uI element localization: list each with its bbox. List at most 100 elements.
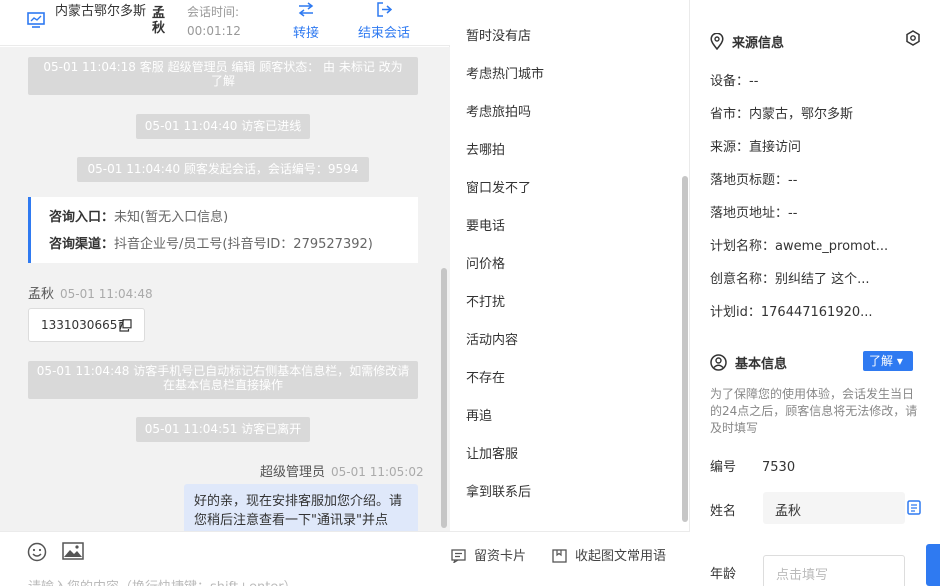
quick-reply-item[interactable]: 考虑旅拍吗: [466, 101, 531, 120]
agent-message-header: 超级管理员 05-01 11:05:02: [260, 461, 424, 480]
name-label: 姓名: [710, 504, 737, 519]
quick-reply-item[interactable]: 考虑热门城市: [466, 63, 544, 82]
quick-reply-item[interactable]: 让加客服: [466, 443, 518, 462]
name-input[interactable]: 孟秋: [763, 492, 905, 524]
origin-field: 来源：直接访问: [710, 136, 801, 155]
plan-id-field: 计划id：176447161920...: [710, 301, 873, 320]
plan-name-field: 计划名称：aweme_promot...: [710, 235, 888, 254]
collapse-phrases-button[interactable]: 收起图文常用语: [552, 545, 666, 564]
message-time: 05-01 11:05:02: [331, 465, 424, 479]
chat-scrollbar[interactable]: [441, 268, 447, 528]
consult-channel-value: 抖音企业号/员工号(抖音号ID：279527392): [114, 237, 373, 252]
agent-message-bubble: 好的亲，现在安排客服加您介绍。请您稍后注意查看一下"通讯录"并点: [184, 484, 418, 531]
visitor-message-header: 孟秋 05-01 11:04:48: [28, 283, 153, 302]
origin-label: 来源：: [710, 140, 750, 155]
basic-info-title: 基本信息: [710, 353, 787, 372]
emoji-icon[interactable]: [27, 542, 47, 562]
quick-reply-item[interactable]: 窗口发不了: [466, 177, 531, 196]
quick-reply-item[interactable]: 暂时没有店: [466, 25, 531, 44]
landing-title-label: 落地页标题：: [710, 173, 789, 188]
plan-id-value: 176447161920...: [760, 305, 873, 320]
system-message: 05-01 11:04:48 访客手机号已自动标记右侧基本信息栏，如需修改请在基…: [28, 361, 418, 399]
province-label: 省市：: [710, 107, 750, 122]
basic-info-label: 基本信息: [735, 357, 788, 372]
session-time-label: 会话时间:: [187, 5, 240, 19]
source-info-label: 来源信息: [732, 36, 785, 51]
transfer-label: 转接: [293, 26, 320, 41]
quick-reply-scrollbar[interactable]: [682, 176, 688, 522]
transfer-button[interactable]: 转接: [293, 2, 319, 41]
landing-title-value: --: [788, 173, 798, 188]
chat-panel: 内蒙古鄂尔多斯 孟秋 会话时间: 00:01:12 转接 结束会话 05-01 …: [0, 0, 450, 586]
device-label: 设备：: [710, 74, 750, 89]
landing-title-field: 落地页标题：--: [710, 169, 797, 188]
input-toolbar: 留资卡片 收起图文常用语 请输入您的内容（换行快捷键：shift+enter）: [0, 531, 690, 586]
system-message: 05-01 11:04:51 访客已离开: [136, 417, 310, 442]
consult-entry-label: 咨询入口：: [49, 210, 115, 225]
plan-name-value: aweme_promot...: [775, 239, 889, 254]
message-sender: 孟秋: [28, 287, 55, 302]
landing-url-value: --: [788, 206, 798, 221]
copy-icon[interactable]: [907, 500, 921, 515]
quick-reply-item[interactable]: 不打扰: [466, 291, 505, 310]
message-sender: 超级管理员: [260, 465, 326, 480]
location-pin-icon: [710, 32, 724, 51]
system-message: 05-01 11:04:18 客服 超级管理员 编辑 顾客状态： 由 未标记 改…: [28, 57, 418, 95]
source-info-title: 来源信息: [710, 32, 784, 51]
quick-reply-item[interactable]: 拿到联系后: [466, 481, 531, 500]
chat-header: 内蒙古鄂尔多斯 孟秋 会话时间: 00:01:12 转接 结束会话: [0, 0, 450, 46]
side-tab[interactable]: [926, 544, 940, 586]
consult-channel-label: 咨询渠道：: [49, 237, 115, 252]
card-icon: [451, 549, 466, 564]
consult-channel-row: 咨询渠道：抖音企业号/员工号(抖音号ID：279527392): [49, 231, 418, 258]
consult-entry-value: 未知(暂无入口信息): [114, 210, 229, 225]
landing-url-field: 落地页地址：--: [710, 202, 797, 221]
copy-icon[interactable]: [119, 319, 132, 332]
id-field: 编号 7530: [710, 456, 795, 475]
message-time: 05-01 11:04:48: [60, 287, 153, 301]
settings-icon[interactable]: [905, 30, 921, 46]
customer-status-dropdown[interactable]: 了解 ▾: [863, 351, 913, 371]
quick-reply-item[interactable]: 要电话: [466, 215, 505, 234]
age-label: 年龄: [710, 567, 737, 582]
quick-reply-item[interactable]: 去哪拍: [466, 139, 505, 158]
consult-info-card: 咨询入口：未知(暂无入口信息) 咨询渠道：抖音企业号/员工号(抖音号ID：279…: [28, 197, 418, 263]
origin-value: 直接访问: [749, 140, 802, 155]
lead-card-label: 留资卡片: [474, 549, 527, 564]
device-field: 设备：--: [710, 70, 758, 89]
age-input[interactable]: 点击填写: [763, 555, 905, 586]
creative-name-label: 创意名称：: [710, 272, 776, 287]
message-input[interactable]: 请输入您的内容（换行快捷键：shift+enter）: [28, 576, 297, 586]
phone-number: 13310306657: [41, 318, 125, 332]
image-icon[interactable]: [62, 542, 84, 560]
end-session-label: 结束会话: [358, 26, 411, 41]
transfer-icon: [298, 2, 314, 17]
id-label: 编号: [710, 460, 737, 475]
creative-name-field: 创意名称：别纠结了 这个...: [710, 268, 870, 287]
visitor-location: 内蒙古鄂尔多斯: [55, 4, 147, 19]
session-time-value: 00:01:12: [187, 24, 241, 38]
creative-name-value: 别纠结了 这个...: [775, 272, 870, 287]
collapse-phrases-label: 收起图文常用语: [575, 549, 667, 564]
message-list[interactable]: 05-01 11:04:18 客服 超级管理员 编辑 顾客状态： 由 未标记 改…: [0, 47, 450, 531]
province-field: 省市：内蒙古，鄂尔多斯: [710, 103, 853, 122]
quick-reply-item[interactable]: 不存在: [466, 367, 505, 386]
exit-icon: [377, 2, 392, 17]
quick-reply-list: 暂时没有店 考虑热门城市 考虑旅拍吗 去哪拍 窗口发不了 要电话 问价格 不打扰…: [451, 0, 690, 531]
edit-notice: 为了保障您的使用体验，会话发生当日的24点之后，顾客信息将无法修改，请及时填写: [710, 387, 918, 435]
end-session-button[interactable]: 结束会话: [358, 2, 410, 41]
quick-reply-item[interactable]: 活动内容: [466, 329, 518, 348]
plan-id-label: 计划id：: [710, 305, 761, 320]
quick-reply-item[interactable]: 再追: [466, 405, 492, 424]
quick-reply-item[interactable]: 问价格: [466, 253, 505, 272]
system-message: 05-01 11:04:40 访客已进线: [136, 114, 310, 139]
consult-entry-row: 咨询入口：未知(暂无入口信息): [49, 204, 418, 231]
province-value: 内蒙古，鄂尔多斯: [749, 107, 854, 122]
user-circle-icon: [710, 354, 727, 371]
plan-name-label: 计划名称：: [710, 239, 776, 254]
lead-card-button[interactable]: 留资卡片: [451, 545, 526, 564]
device-value: --: [749, 74, 759, 89]
phrases-icon: [552, 549, 567, 563]
system-message: 05-01 11:04:40 顾客发起会话，会话编号：9594: [77, 157, 369, 182]
id-value: 7530: [762, 460, 796, 475]
